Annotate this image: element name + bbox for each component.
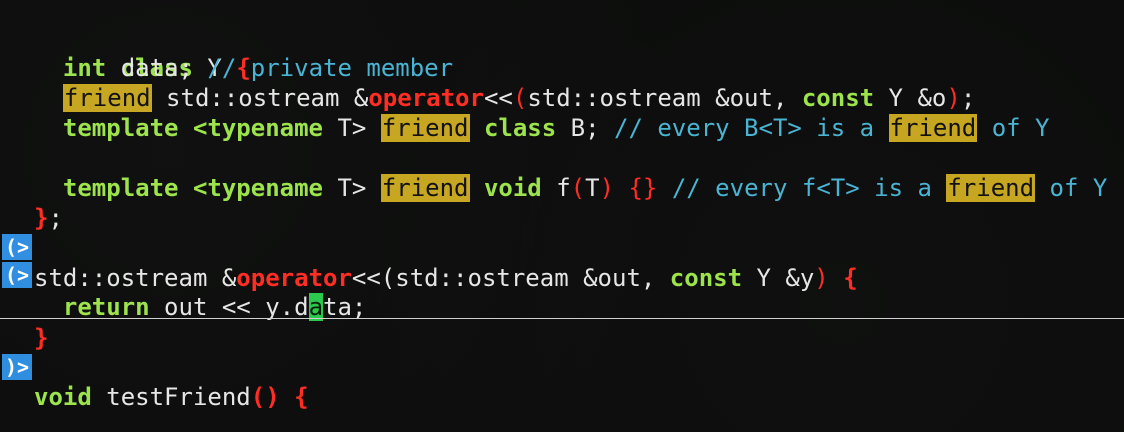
- member-decl: data;: [106, 54, 208, 82]
- keyword-template: template: [62, 114, 179, 142]
- code-text: ;: [960, 84, 976, 112]
- code-text: out << y.d: [149, 293, 309, 321]
- code-line-3[interactable]: friend std::ostream &operator<<(std::ost…: [0, 83, 975, 113]
- parens: (): [250, 383, 280, 411]
- code-line-7[interactable]: };: [0, 203, 63, 233]
- code-text: <<: [351, 264, 381, 292]
- close-brace: }: [34, 324, 49, 352]
- keyword-void: void: [34, 383, 92, 411]
- keyword-int: int: [62, 54, 107, 82]
- comment: of Y: [977, 114, 1050, 142]
- comment: // every B<T> is a: [614, 114, 889, 142]
- paren-close: ): [814, 264, 829, 292]
- code-line-11[interactable]: }: [0, 323, 58, 353]
- open-brace: {: [843, 264, 858, 292]
- code-line-4[interactable]: template <typename T> friend class B; //…: [0, 113, 1050, 143]
- semicolon: ;: [48, 204, 63, 232]
- code-line-1[interactable]: class Y {: [0, 23, 251, 82]
- comment: // every f<T> is a: [671, 174, 947, 202]
- keyword-const: const: [801, 84, 875, 112]
- code-text: <: [178, 114, 208, 142]
- code-line-6[interactable]: template <typename T> friend void f(T) {…: [0, 173, 1107, 203]
- operator-keyword: operator: [368, 84, 484, 112]
- code-editor[interactable]: class Y { int data; // private member fr…: [0, 0, 1124, 432]
- keyword-const: const: [669, 264, 743, 292]
- cursor-line-underline: [0, 318, 1124, 319]
- keyword-template: template: [62, 174, 179, 202]
- search-highlight-friend: friend: [946, 174, 1036, 202]
- keyword-typename: typename: [207, 114, 323, 142]
- code-text: std::ostream &out,: [527, 84, 802, 112]
- fold-marker-icon[interactable]: )>: [2, 354, 32, 380]
- paren-open: (: [570, 174, 586, 202]
- code-text: Y &o: [874, 84, 947, 112]
- braces: {}: [628, 174, 658, 202]
- fold-marker-icon[interactable]: (>: [2, 234, 32, 260]
- code-text: T: [585, 174, 600, 202]
- code-line-2[interactable]: int data; // private member: [0, 53, 453, 83]
- code-text: B;: [556, 114, 614, 142]
- keyword-typename: typename: [207, 174, 323, 202]
- comment: // private member: [207, 54, 454, 82]
- search-highlight-friend: friend: [888, 114, 978, 142]
- code-text: f: [541, 174, 571, 202]
- code-text: std::ostream &: [151, 84, 369, 112]
- paren-close: ): [599, 174, 615, 202]
- paren-open: (: [512, 84, 528, 112]
- code-text: std::ostream &out,: [395, 264, 670, 292]
- code-text: Y &y: [742, 264, 815, 292]
- close-brace: }: [34, 204, 49, 232]
- code-text: T>: [323, 174, 381, 202]
- code-line-9[interactable]: std::ostream &operator<<(std::ostream &o…: [0, 263, 858, 293]
- keyword-void: void: [483, 174, 542, 202]
- search-highlight-friend: friend: [380, 174, 470, 202]
- code-text: <: [178, 174, 208, 202]
- paren-close: ): [946, 84, 961, 112]
- paren-open: (: [380, 264, 396, 292]
- code-text: std::ostream &: [34, 264, 237, 292]
- operator-keyword: operator: [236, 264, 352, 292]
- search-highlight-friend: friend: [380, 114, 470, 142]
- search-highlight-friend: friend: [62, 84, 152, 112]
- code-line-13[interactable]: void testFriend() {: [0, 382, 309, 412]
- comment: of Y: [1035, 174, 1108, 202]
- code-text: T>: [323, 114, 381, 142]
- function-name: testFriend: [91, 383, 251, 411]
- keyword-return: return: [62, 293, 150, 321]
- code-text: <<: [483, 84, 513, 112]
- text-cursor[interactable]: a: [308, 293, 324, 321]
- code-text: ta;: [323, 293, 367, 321]
- open-brace: {: [294, 383, 309, 411]
- keyword-class: class: [483, 114, 557, 142]
